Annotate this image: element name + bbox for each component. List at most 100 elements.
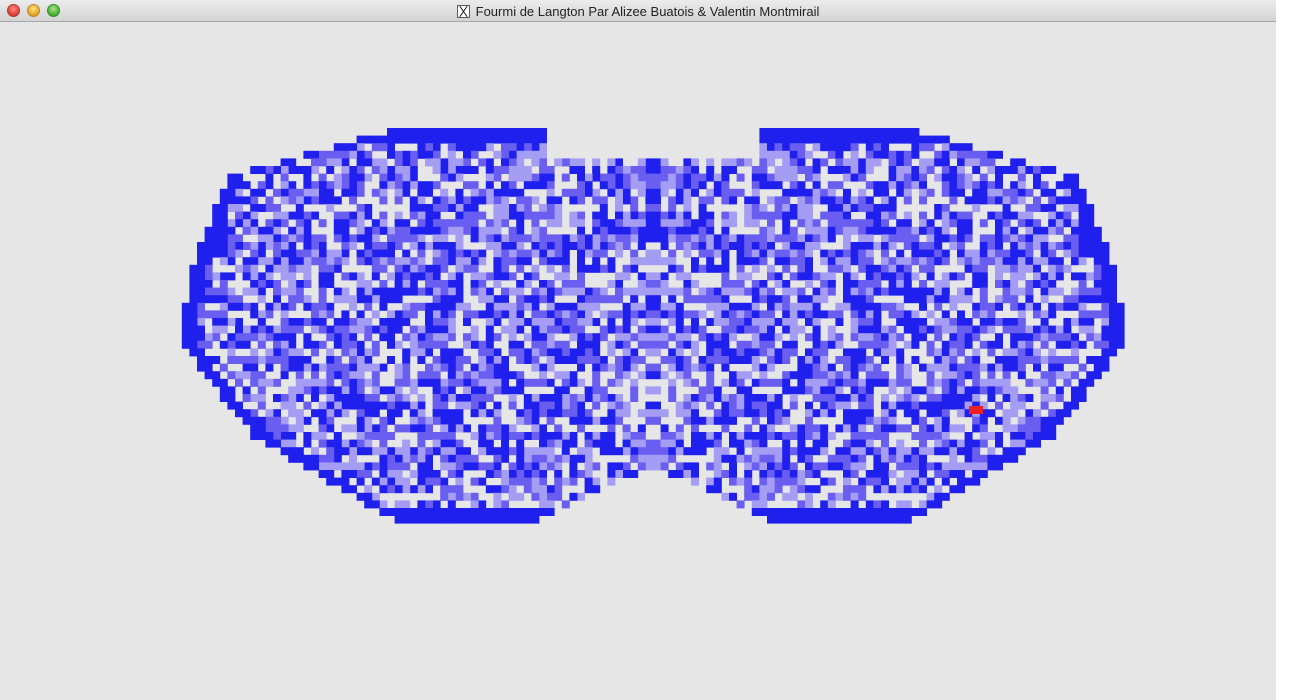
grid-cell [554,242,563,250]
grid-cell [318,363,327,372]
grid-cell [835,135,844,144]
grid-cell [577,226,585,235]
grid-cell [364,378,373,387]
grid-cell [417,416,426,425]
grid-cell [181,318,190,326]
grid-cell [858,295,867,304]
grid-cell [356,356,365,364]
grid-cell [455,219,464,228]
grid-cell [599,226,608,235]
grid-cell [1025,188,1034,197]
grid-cell [964,257,973,266]
grid-cell [744,439,753,448]
grid-cell [805,500,813,509]
grid-cell [280,234,289,243]
grid-cell [865,333,874,342]
grid-cell [820,439,829,448]
grid-cell [546,508,555,516]
grid-cell [858,249,867,258]
grid-cell [1055,181,1064,190]
grid-cell [1048,371,1057,380]
grid-cell [485,234,494,243]
grid-cell [1055,386,1064,395]
grid-cell [599,310,608,319]
grid-cell [569,394,578,402]
grid-cell [759,500,768,509]
grid-cell [957,439,965,448]
grid-cell [318,257,327,266]
grid-cell [607,462,616,471]
grid-cell [402,264,411,273]
grid-cell [926,325,935,334]
grid-cell [691,416,699,425]
grid-cell [668,204,677,212]
grid-cell [668,318,677,326]
grid-cell [280,302,289,311]
grid-cell [440,234,449,243]
grid-cell [713,485,722,494]
grid-cell [341,242,350,250]
grid-cell [1033,378,1041,387]
grid-cell [364,173,373,182]
grid-cell [425,272,433,281]
grid-cell [827,264,836,273]
grid-cell [599,386,608,395]
grid-cell [683,280,692,288]
grid-cell [273,280,281,288]
grid-cell [364,302,373,311]
grid-cell [645,226,654,235]
grid-cell [189,295,198,304]
grid-cell [1055,211,1064,220]
grid-cell [349,333,357,342]
grid-cell [1078,302,1087,311]
grid-cell [212,295,221,304]
grid-cell [888,287,897,296]
grid-cell [615,166,623,174]
grid-cell [1025,340,1034,349]
grid-cell [447,416,456,425]
grid-cell [1025,242,1034,250]
grid-cell [941,432,950,440]
grid-cell [318,439,327,448]
grid-cell [326,150,335,159]
grid-cell [941,409,950,418]
grid-cell [204,340,213,349]
grid-cell [827,181,836,190]
grid-cell [812,128,821,136]
grid-cell [387,310,395,319]
grid-cell [926,492,935,501]
grid-cell [197,348,205,357]
grid-cell [1109,340,1117,349]
grid-cell [280,196,289,205]
grid-cell [683,447,692,456]
grid-cell [250,226,259,235]
grid-cell [812,318,821,326]
grid-cell [843,135,851,144]
grid-cell [523,394,532,402]
grid-cell [531,325,540,334]
resize-grip[interactable] [1282,692,1290,700]
grid-cell [706,173,715,182]
grid-cell [417,272,426,281]
grid-cell [402,333,411,342]
grid-cell [447,439,456,448]
grid-cell [949,378,958,387]
grid-cell [501,150,509,159]
grid-cell [288,325,297,334]
grid-cell [425,181,433,190]
grid-cell [379,280,388,288]
grid-cell [242,287,251,296]
grid-cell [934,318,943,326]
grid-cell [873,219,882,228]
grid-cell [349,325,357,334]
grid-cell [630,333,639,342]
grid-cell [903,447,912,456]
grid-cell [850,424,859,433]
grid-cell [1093,287,1102,296]
grid-cell [349,470,357,478]
grid-cell [744,234,753,243]
grid-cell [706,196,715,205]
grid-cell [546,325,555,334]
grid-cell [903,211,912,220]
grid-cell [911,432,920,440]
